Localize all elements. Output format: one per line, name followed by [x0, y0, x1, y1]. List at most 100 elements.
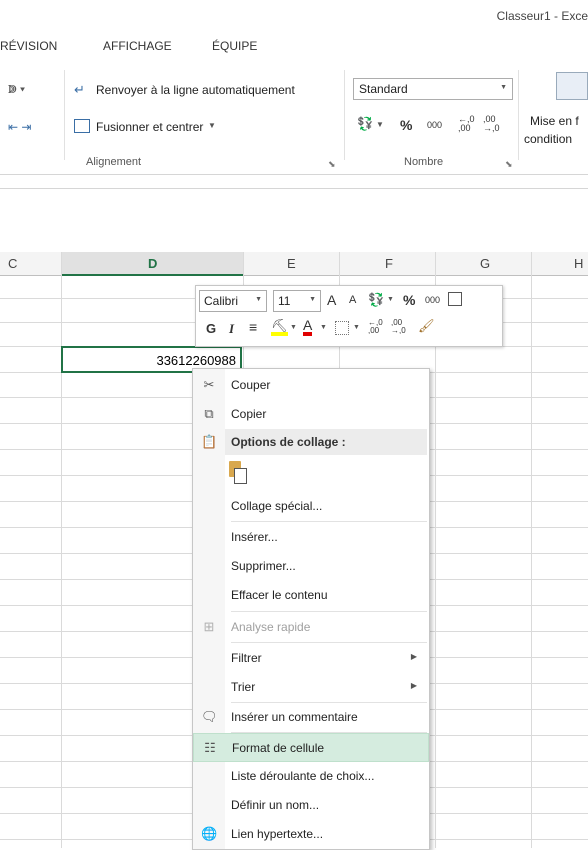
increase-decimal-button[interactable]: ←,0,00	[458, 115, 476, 133]
italic-button[interactable]: I	[229, 321, 234, 337]
wrap-text-button[interactable]: Renvoyer à la ligne automatiquement	[96, 83, 295, 97]
column-header-f[interactable]: F	[385, 256, 393, 271]
grid-line	[61, 252, 62, 848]
menu-label: Filtrer	[231, 651, 262, 665]
font-size-value: 11	[278, 294, 291, 308]
fill-color-icon[interactable]: ⛏	[271, 319, 288, 336]
column-header-e[interactable]: E	[287, 256, 296, 271]
number-format-value: Standard	[359, 82, 408, 96]
thousands-button[interactable]: 000	[425, 295, 440, 305]
menu-item-insert-comment[interactable]: 🗨 Insérer un commentaire	[193, 703, 429, 732]
menu-item-delete[interactable]: Supprimer...	[193, 552, 429, 581]
decrease-decimal-button[interactable]: ,00 →,0	[483, 115, 501, 133]
number-format-select[interactable]: Standard ▼	[353, 78, 513, 100]
percent-button[interactable]: %	[403, 292, 415, 308]
menu-label: Définir un nom...	[231, 798, 320, 812]
menu-item-dropdown-list[interactable]: Liste déroulante de choix...	[193, 762, 429, 791]
tab-equipe[interactable]: ÉQUIPE	[212, 39, 257, 53]
menu-label: Couper	[231, 378, 271, 392]
title-bar: Classeur1 - Exce	[0, 0, 588, 34]
indent-icon[interactable]: ⇤ ⇥	[8, 120, 31, 134]
column-header-d[interactable]: D	[148, 256, 157, 271]
menu-item-hyperlink[interactable]: 🌐 Lien hypertexte...	[193, 820, 429, 849]
merge-center-icon	[74, 119, 90, 133]
submenu-arrow-icon: ▶	[410, 681, 417, 690]
increase-decimal-button[interactable]: ←,0,00	[368, 319, 383, 335]
format-painter-icon[interactable]: 🖌	[418, 318, 435, 334]
chevron-down-icon: ▼	[255, 296, 262, 303]
column-header-c[interactable]: C	[8, 256, 17, 271]
font-size-select[interactable]: 11 ▼	[273, 290, 321, 312]
menu-item-clear-contents[interactable]: Effacer le contenu	[193, 581, 429, 610]
menu-label: Insérer...	[231, 530, 278, 544]
chevron-down-icon: ▼	[309, 296, 316, 303]
column-header-g[interactable]: G	[480, 256, 490, 271]
column-header-h[interactable]: H	[574, 256, 583, 271]
align-center-icon[interactable]: ≡	[249, 319, 257, 335]
font-color-icon[interactable]: A	[303, 318, 313, 336]
borders-icon[interactable]	[335, 321, 349, 335]
menu-label: Lien hypertexte...	[231, 827, 324, 841]
shrink-font-button[interactable]: A	[349, 294, 356, 306]
formula-bar-divider	[0, 188, 588, 189]
page-icon	[234, 468, 247, 484]
percent-button[interactable]: %	[400, 117, 412, 133]
context-menu: ✂ Couper ⧉ Copier Options de collage : 📋…	[192, 368, 430, 850]
dialog-launcher-icon[interactable]: ⬊	[328, 159, 336, 170]
menu-item-copy[interactable]: ⧉ Copier	[193, 400, 429, 429]
menu-separator	[231, 642, 427, 643]
menu-separator	[231, 521, 427, 522]
menu-label: Trier	[231, 680, 256, 694]
menu-item-paste-special[interactable]: Collage spécial...	[193, 492, 429, 521]
globe-link-icon: 🌐	[201, 826, 218, 841]
chevron-down-icon[interactable]: ▼	[387, 296, 394, 303]
menu-item-define-name[interactable]: Définir un nom...	[193, 791, 429, 820]
font-name-select[interactable]: Calibri ▼	[199, 290, 267, 312]
conditional-format-label-2[interactable]: condition	[524, 132, 572, 146]
window-title: Classeur1 - Exce	[496, 9, 588, 23]
decrease-decimal-button[interactable]: ,00 →,0	[391, 319, 406, 335]
group-label-alignment: Alignement	[86, 156, 142, 168]
bold-button[interactable]: G	[206, 321, 216, 336]
conditional-format-label-1[interactable]: Mise en f	[530, 114, 579, 128]
menu-item-sort[interactable]: Trier ▶	[193, 673, 429, 702]
tab-revision[interactable]: RÉVISION	[0, 39, 57, 53]
menu-label: Format de cellule	[232, 741, 325, 755]
currency-icon[interactable]: 💱	[368, 292, 384, 308]
wrap-text-icon: ↵	[74, 82, 85, 97]
dialog-launcher-icon[interactable]: ⬊	[505, 159, 513, 170]
chevron-down-icon: ▼	[500, 84, 507, 91]
tab-affichage[interactable]: AFFICHAGE	[103, 39, 172, 53]
menu-label: Liste déroulante de choix...	[231, 769, 375, 783]
menu-label: Copier	[231, 407, 267, 421]
paste-options-label: Options de collage :	[231, 435, 346, 449]
menu-item-insert[interactable]: Insérer...	[193, 523, 429, 552]
ribbon-separator	[344, 70, 345, 160]
orientation-icon[interactable]: ↇ ▾	[8, 82, 25, 97]
cell-value: 33612260988	[156, 353, 236, 368]
paste-button[interactable]	[229, 461, 247, 484]
merge-center-button[interactable]: Fusionner et centrer	[96, 120, 203, 134]
chevron-down-icon[interactable]: ▼	[208, 121, 216, 130]
ribbon: ↇ ▾ ⇤ ⇥ ↵ Renvoyer à la ligne automatiqu…	[0, 62, 588, 175]
chevron-down-icon[interactable]: ▼	[290, 324, 297, 331]
comment-icon: 🗨	[201, 709, 218, 724]
menu-item-filter[interactable]: Filtrer ▶	[193, 644, 429, 673]
chevron-down-icon[interactable]: ▼	[320, 324, 327, 331]
mini-toolbar: Calibri ▼ 11 ▼ A A 💱 ▼ % 000 G I ≡ ⛏ ▼ A…	[195, 285, 503, 347]
menu-item-format-cells[interactable]: ☷ Format de cellule	[193, 733, 429, 762]
menu-separator	[231, 611, 427, 612]
menu-item-quick-analysis: ⊞ Analyse rapide	[193, 613, 429, 642]
ribbon-separator	[518, 70, 519, 160]
grow-font-button[interactable]: A	[327, 292, 336, 308]
thousands-button[interactable]: 000	[427, 120, 442, 130]
format-table-icon[interactable]	[448, 292, 462, 306]
menu-item-cut[interactable]: ✂ Couper	[193, 371, 429, 400]
currency-icon[interactable]: 💱	[357, 116, 373, 132]
scissors-icon: ✂	[203, 377, 215, 392]
menu-label: Analyse rapide	[231, 620, 311, 634]
menu-label: Effacer le contenu	[231, 588, 328, 602]
quick-analysis-icon: ⊞	[203, 619, 215, 634]
chevron-down-icon[interactable]: ▼	[376, 120, 384, 129]
chevron-down-icon[interactable]: ▼	[353, 324, 360, 331]
